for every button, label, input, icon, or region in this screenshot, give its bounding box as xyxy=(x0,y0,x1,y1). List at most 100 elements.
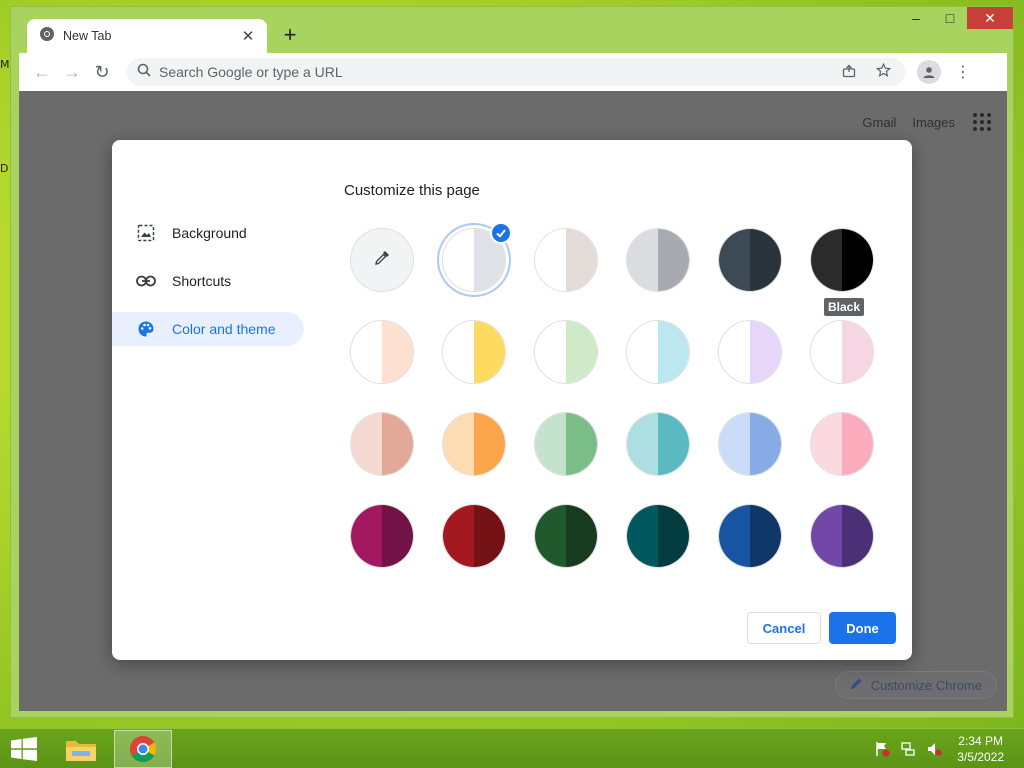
color-swatch[interactable] xyxy=(534,320,598,384)
color-swatch[interactable] xyxy=(626,228,690,292)
swatch-left-half xyxy=(351,413,382,475)
browser-toolbar: ← → ↻ Search Google or type a URL ⋮ xyxy=(19,53,1007,91)
swatch-left-half xyxy=(719,413,750,475)
gmail-link[interactable]: Gmail xyxy=(862,115,896,130)
tab-close-icon[interactable]: ✕ xyxy=(239,27,257,45)
dialog-title: Customize this page xyxy=(344,182,480,199)
close-button[interactable]: ✕ xyxy=(967,7,1013,29)
color-swatch[interactable] xyxy=(626,504,690,568)
color-swatch[interactable] xyxy=(350,504,414,568)
swatch-left-half xyxy=(443,229,474,291)
swatch-left-half xyxy=(719,229,750,291)
color-swatch[interactable] xyxy=(350,412,414,476)
profile-avatar-icon[interactable] xyxy=(917,60,941,84)
swatch-left-half xyxy=(443,321,474,383)
color-swatch[interactable] xyxy=(442,412,506,476)
color-swatch[interactable] xyxy=(626,412,690,476)
sidebar-item-background[interactable]: Background xyxy=(112,216,304,250)
swatch-right-half xyxy=(566,413,597,475)
swatch-right-half xyxy=(382,413,413,475)
swatch-left-half xyxy=(627,413,658,475)
chrome-taskbar-icon[interactable] xyxy=(114,730,172,768)
swatch-right-half xyxy=(382,321,413,383)
color-swatch[interactable] xyxy=(810,504,874,568)
file-explorer-icon[interactable] xyxy=(52,730,110,768)
color-swatch[interactable] xyxy=(718,412,782,476)
images-link[interactable]: Images xyxy=(912,115,955,130)
windows-start-icon[interactable] xyxy=(10,737,38,761)
share-icon[interactable] xyxy=(837,64,861,81)
tab-title: New Tab xyxy=(63,29,112,43)
sidebar-item-color-and-theme[interactable]: Color and theme xyxy=(112,312,304,346)
swatch-right-half xyxy=(566,505,597,567)
omnibox-placeholder: Search Google or type a URL xyxy=(159,64,343,80)
color-swatch[interactable] xyxy=(810,320,874,384)
sidebar-item-shortcuts[interactable]: Shortcuts xyxy=(112,264,304,298)
swatch-left-half xyxy=(627,321,658,383)
custom-color-picker-swatch[interactable] xyxy=(350,228,414,292)
selected-check-icon xyxy=(490,222,512,244)
color-swatch[interactable] xyxy=(810,228,874,292)
color-swatch[interactable] xyxy=(718,504,782,568)
swatch-left-half xyxy=(351,321,382,383)
swatch-left-half xyxy=(811,413,842,475)
swatch-left-half xyxy=(351,505,382,567)
omnibox[interactable]: Search Google or type a URL xyxy=(127,58,905,86)
back-button[interactable]: ← xyxy=(27,57,57,87)
swatch-right-half xyxy=(842,413,873,475)
cancel-button[interactable]: Cancel xyxy=(747,612,821,644)
color-swatch[interactable] xyxy=(718,228,782,292)
swatch-left-half xyxy=(627,229,658,291)
link-icon xyxy=(136,271,156,291)
top-links: Gmail Images xyxy=(846,113,991,131)
network-icon[interactable] xyxy=(898,741,918,757)
sidebar-item-label: Color and theme xyxy=(172,321,276,337)
reload-button[interactable]: ↻ xyxy=(87,57,117,87)
new-tab-button[interactable]: + xyxy=(277,23,303,49)
desktop-icon-label[interactable]: D xyxy=(0,162,8,175)
maximize-button[interactable]: □ xyxy=(933,7,967,29)
minimize-button[interactable]: – xyxy=(899,7,933,29)
swatch-left-half xyxy=(719,321,750,383)
swatch-left-half xyxy=(535,505,566,567)
menu-icon[interactable]: ⋮ xyxy=(953,62,973,82)
color-swatch[interactable] xyxy=(534,228,598,292)
done-button[interactable]: Done xyxy=(829,612,896,644)
title-bar: New Tab ✕ + – □ ✕ xyxy=(11,7,1013,53)
color-swatch[interactable] xyxy=(718,320,782,384)
tab-new-tab[interactable]: New Tab ✕ xyxy=(27,19,267,53)
swatch-right-half xyxy=(566,229,597,291)
color-swatch[interactable] xyxy=(442,504,506,568)
chrome-icon xyxy=(39,26,55,47)
bookmark-star-icon[interactable] xyxy=(871,62,895,81)
swatch-left-half xyxy=(811,505,842,567)
color-swatch[interactable] xyxy=(534,504,598,568)
taskbar-clock[interactable]: 2:34 PM 3/5/2022 xyxy=(957,733,1004,765)
swatch-right-half xyxy=(658,505,689,567)
forward-button[interactable]: → xyxy=(57,57,87,87)
swatch-right-half xyxy=(658,413,689,475)
eyedropper-icon xyxy=(373,249,391,272)
customize-chrome-button[interactable]: Customize Chrome xyxy=(834,671,997,699)
swatch-right-half xyxy=(842,505,873,567)
swatch-right-half xyxy=(566,321,597,383)
pencil-icon xyxy=(850,677,863,693)
color-swatch[interactable] xyxy=(626,320,690,384)
volume-muted-icon[interactable] xyxy=(924,741,944,757)
swatch-left-half xyxy=(443,505,474,567)
customize-chrome-label: Customize Chrome xyxy=(870,677,982,693)
customize-dialog: Customize this page Background Shortcuts… xyxy=(112,140,912,660)
color-swatch[interactable] xyxy=(810,412,874,476)
swatch-tooltip: Black xyxy=(824,298,865,316)
swatch-right-half xyxy=(750,229,781,291)
color-swatch[interactable] xyxy=(350,320,414,384)
swatch-right-half xyxy=(658,321,689,383)
image-icon xyxy=(136,223,156,243)
desktop-icon-label[interactable]: M xyxy=(0,58,10,71)
color-swatch[interactable] xyxy=(534,412,598,476)
action-center-flag-icon[interactable] xyxy=(872,741,892,757)
color-swatch[interactable] xyxy=(442,320,506,384)
google-apps-icon[interactable] xyxy=(973,113,991,131)
search-icon xyxy=(137,63,151,82)
swatch-left-half xyxy=(443,413,474,475)
